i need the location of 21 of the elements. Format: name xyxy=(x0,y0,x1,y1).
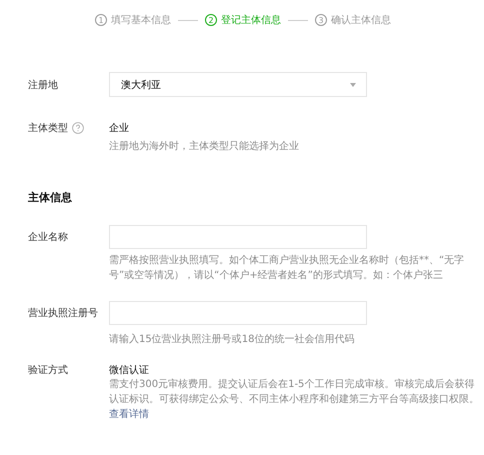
field-label: 主体类型 xyxy=(28,122,68,135)
region-dropdown[interactable]: 澳大利亚 xyxy=(109,72,367,97)
description-text: 需支付300元审核费用。提交认证后会在1-5个工作日完成审核。审核完成后会获得认证标识。可获得绑定公众号、不同主体小程序和创建第三方平台等高级接口权限。 查看详情 xyxy=(109,378,479,422)
hint-text: 需严格按照营业执照填写。如个体工商户营业执照无企业名称时（包括**、“无字号”或空等情况），请以“个体户+经营者姓名”的形式填写。如：个体户张三 xyxy=(109,254,466,283)
caret-icon xyxy=(350,82,356,86)
verification-method: 微信认证 xyxy=(109,364,150,377)
step-indicator: 3 确认主体信息 xyxy=(315,13,391,27)
field-label: 验证方式 xyxy=(28,364,69,377)
entity-type-value: 企业 xyxy=(109,122,130,135)
section-title: 主体信息 xyxy=(28,190,73,205)
step-indicator: 2 登记主体信息 xyxy=(205,13,281,27)
step-indicator: 1 填写基本信息 xyxy=(95,13,171,27)
input-field[interactable] xyxy=(109,301,367,325)
hint-text: 注册地为海外时，主体类型只能选择为企业 xyxy=(109,140,300,154)
hint-text: 请输入15位营业执照注册号或18位的统一社会信用代码 xyxy=(109,332,356,347)
field-label: 营业执照注册号 xyxy=(28,306,99,320)
field-label: 注册地 xyxy=(28,78,59,92)
input-field[interactable] xyxy=(109,225,367,249)
help-icon[interactable] xyxy=(72,122,84,134)
field-label: 企业名称 xyxy=(28,230,69,244)
details-link[interactable]: 查看详情 xyxy=(109,409,149,420)
